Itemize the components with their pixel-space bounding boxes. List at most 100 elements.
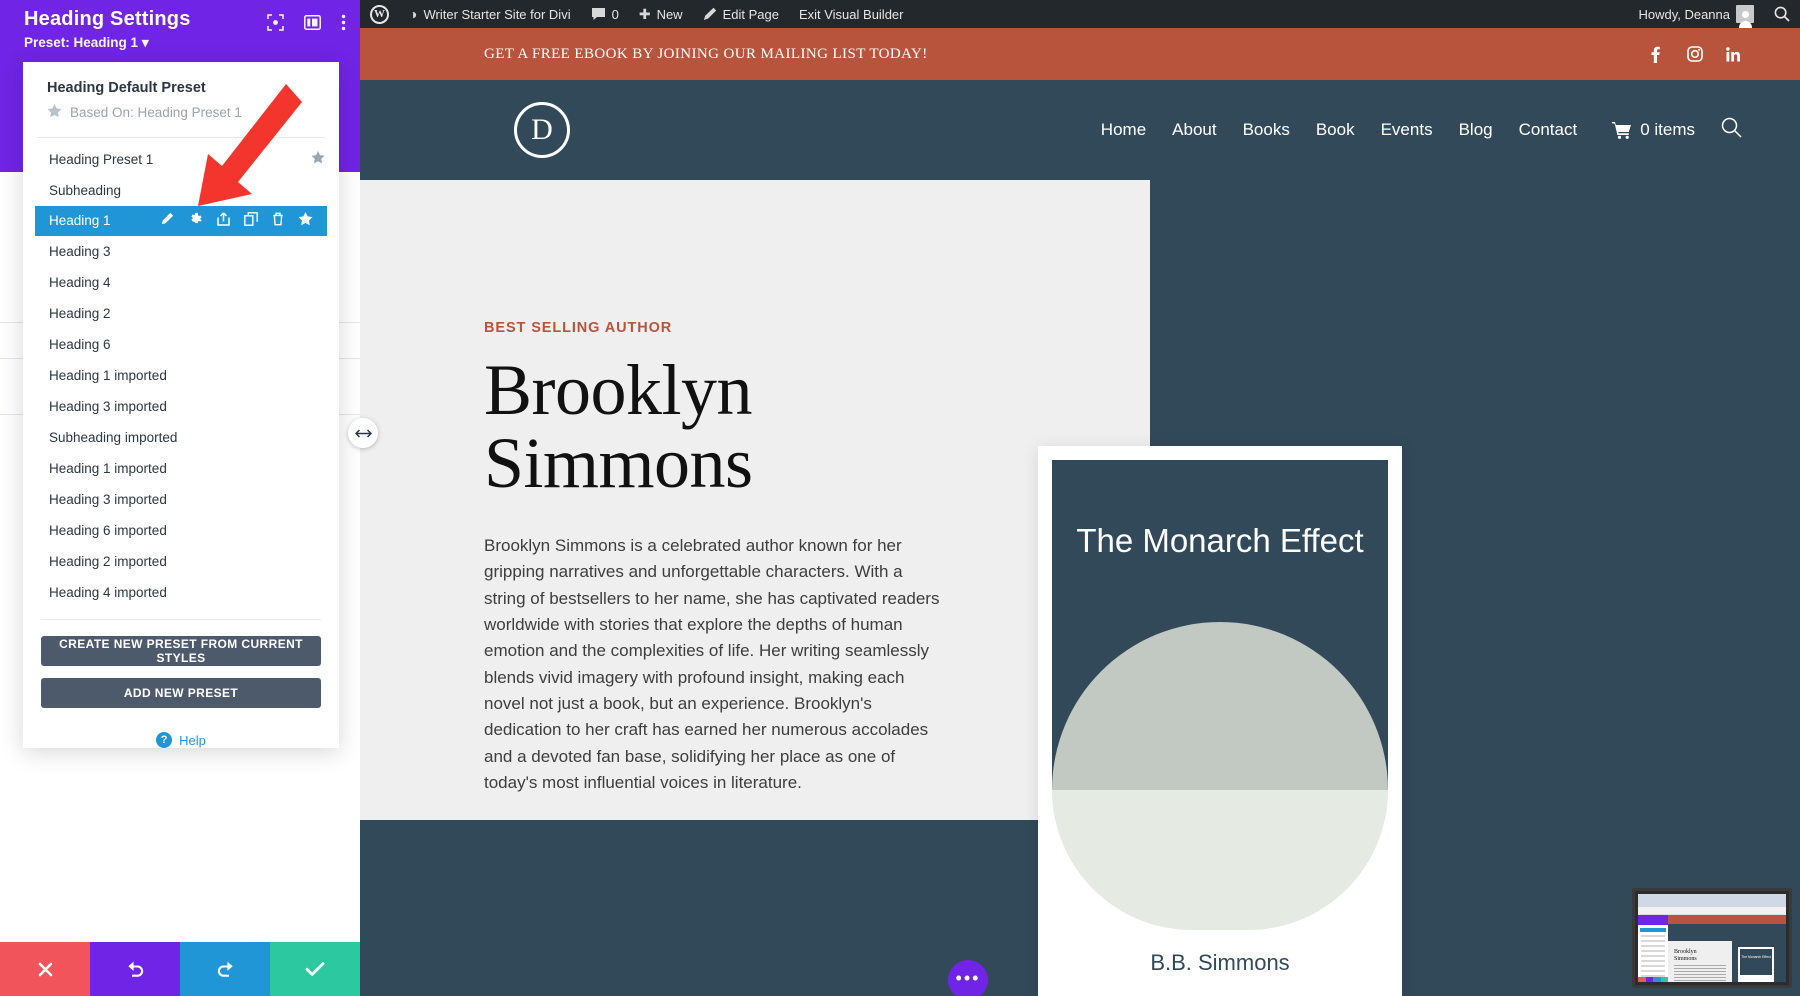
preset-item-heading-1-imported[interactable]: Heading 1 imported <box>23 360 339 391</box>
preset-label: Heading 4 <box>49 274 111 290</box>
thumbnail-body-lines <box>1674 965 1726 982</box>
howdy-label: Howdy, Deanna <box>1638 6 1730 22</box>
facebook-icon[interactable] <box>1647 46 1664 63</box>
default-preset-name: Heading Default Preset <box>47 80 206 96</box>
wordpress-logo-icon: W <box>370 4 389 24</box>
star-icon[interactable] <box>311 151 325 167</box>
adminbar-search-button[interactable] <box>1764 0 1800 28</box>
dashboard-icon: ◑ <box>409 6 418 22</box>
page-title: Brooklyn Simmons <box>484 353 954 501</box>
export-icon[interactable] <box>217 212 230 229</box>
default-preset-row[interactable]: Heading Default Preset Based On: Heading… <box>23 62 339 133</box>
save-button[interactable] <box>270 942 360 996</box>
nav-link-home[interactable]: Home <box>1088 120 1159 140</box>
thumbnail-book-card: The Monarch Effect <box>1738 947 1774 982</box>
new-content-menu[interactable]: ✚ New <box>629 0 693 28</box>
edit-page-menu[interactable]: Edit Page <box>693 0 789 28</box>
preset-label: Heading 3 imported <box>49 398 167 414</box>
petal-shape-top-right <box>1220 622 1388 790</box>
thumbnail-book-bottom <box>1740 975 1772 982</box>
screenshot-preview-thumbnail[interactable]: Brooklyn Simmons The Monarch Effect <box>1632 888 1792 988</box>
cart-link[interactable]: 0 items <box>1590 120 1695 140</box>
trash-icon[interactable] <box>272 212 284 229</box>
site-name-menu[interactable]: ◑ Writer Starter Site for Divi <box>399 0 581 28</box>
panel-preset-selector[interactable]: Preset: Heading 1 ▾ <box>24 35 346 51</box>
petal-shape-bottom-left <box>1052 790 1220 930</box>
nav-link-about[interactable]: About <box>1159 120 1229 140</box>
undo-icon <box>127 961 143 977</box>
nav-link-events[interactable]: Events <box>1368 120 1446 140</box>
preset-label: Heading 4 imported <box>49 584 167 600</box>
exit-visual-builder[interactable]: Exit Visual Builder <box>789 0 914 28</box>
account-menu[interactable]: Howdy, Deanna <box>1628 0 1764 28</box>
preset-item-subheading-imported[interactable]: Subheading imported <box>23 422 339 453</box>
preset-item-heading-1-imported-2[interactable]: Heading 1 imported <box>23 453 339 484</box>
star-icon <box>47 104 62 121</box>
preset-label: Heading 1 imported <box>49 367 167 383</box>
promo-text: GET A FREE EBOOK BY JOINING OUR MAILING … <box>484 45 928 62</box>
thumbnail-browser-chrome <box>1638 894 1786 907</box>
help-label: Help <box>179 732 206 748</box>
responsive-view-icon[interactable] <box>267 14 284 34</box>
preset-item-subheading[interactable]: Subheading <box>23 175 339 206</box>
preset-item-heading-4[interactable]: Heading 4 <box>23 267 339 298</box>
nav-link-blog[interactable]: Blog <box>1446 120 1506 140</box>
exit-builder-label: Exit Visual Builder <box>798 6 904 22</box>
thumbnail-title-line2: Simmons <box>1674 955 1697 962</box>
preset-item-heading-1[interactable]: Heading 1 <box>35 205 327 236</box>
nav-link-books[interactable]: Books <box>1230 120 1303 140</box>
dropdown-footer: CREATE NEW PRESET FROM CURRENT STYLES AD… <box>23 603 339 748</box>
create-preset-button[interactable]: CREATE NEW PRESET FROM CURRENT STYLES <box>41 636 321 666</box>
preset-label: Subheading <box>49 182 122 198</box>
cart-count-label: 0 items <box>1640 120 1695 139</box>
preset-item-heading-3-imported[interactable]: Heading 3 imported <box>23 391 339 422</box>
gear-icon[interactable] <box>188 212 203 230</box>
preset-item-heading-2-imported[interactable]: Heading 2 imported <box>23 546 339 577</box>
preset-item-heading-6-imported[interactable]: Heading 6 imported <box>23 515 339 546</box>
panel-resize-handle[interactable] <box>348 418 378 448</box>
page-settings-fab[interactable]: ••• <box>948 960 988 996</box>
thumbnail-title: Brooklyn Simmons <box>1674 949 1697 962</box>
preset-item-heading-3[interactable]: Heading 3 <box>23 236 339 267</box>
dropdown-footer-separator <box>41 619 321 620</box>
cancel-button[interactable] <box>0 942 90 996</box>
duplicate-icon[interactable] <box>244 212 258 229</box>
preset-label: Heading 6 imported <box>49 522 167 538</box>
eyebrow-text: BEST SELLING AUTHOR <box>484 320 673 336</box>
preset-item-heading-preset-1[interactable]: Heading Preset 1 <box>23 144 339 175</box>
edit-page-label: Edit Page <box>722 6 779 22</box>
site-logo[interactable]: D <box>514 102 570 158</box>
nav-link-contact[interactable]: Contact <box>1506 120 1591 140</box>
star-icon[interactable] <box>298 212 313 229</box>
preset-list: Heading Preset 1 Subheading Heading 1 He… <box>23 138 339 603</box>
more-options-icon[interactable] <box>341 14 346 34</box>
preset-item-heading-3-imported-2[interactable]: Heading 3 imported <box>23 484 339 515</box>
thumbnail-inner: Brooklyn Simmons The Monarch Effect <box>1638 894 1786 982</box>
help-icon: ? <box>156 732 173 748</box>
thumbnail-settings-panel <box>1638 915 1668 982</box>
thumbnail-title-line1: Brooklyn <box>1674 949 1697 955</box>
page-body: BEST SELLING AUTHOR Brooklyn Simmons Bro… <box>360 180 1800 996</box>
add-preset-button[interactable]: ADD NEW PRESET <box>41 678 321 708</box>
edit-pencil-icon[interactable] <box>160 212 174 229</box>
instagram-icon[interactable] <box>1686 46 1703 63</box>
help-link[interactable]: ? Help <box>41 720 321 748</box>
preset-label: Subheading imported <box>49 429 178 445</box>
comments-menu[interactable]: 0 <box>581 0 629 28</box>
book-cover-card[interactable]: The Monarch Effect B.B. Simmons <box>1038 446 1402 996</box>
preset-item-heading-2[interactable]: Heading 2 <box>23 298 339 329</box>
wordpress-logo-menu[interactable]: W <box>360 0 399 28</box>
close-icon <box>38 962 52 976</box>
preset-label: Heading 6 <box>49 336 111 352</box>
layout-columns-icon[interactable] <box>304 15 321 33</box>
redo-button[interactable] <box>180 942 270 996</box>
linkedin-icon[interactable] <box>1725 46 1742 63</box>
preset-item-heading-6[interactable]: Heading 6 <box>23 329 339 360</box>
nav-link-book[interactable]: Book <box>1303 120 1368 140</box>
search-icon[interactable] <box>1695 117 1742 144</box>
panel-action-bar <box>0 942 360 996</box>
check-icon <box>305 962 325 976</box>
preset-label: Heading 1 imported <box>49 460 167 476</box>
preset-item-heading-4-imported[interactable]: Heading 4 imported <box>23 577 339 603</box>
undo-button[interactable] <box>90 942 180 996</box>
